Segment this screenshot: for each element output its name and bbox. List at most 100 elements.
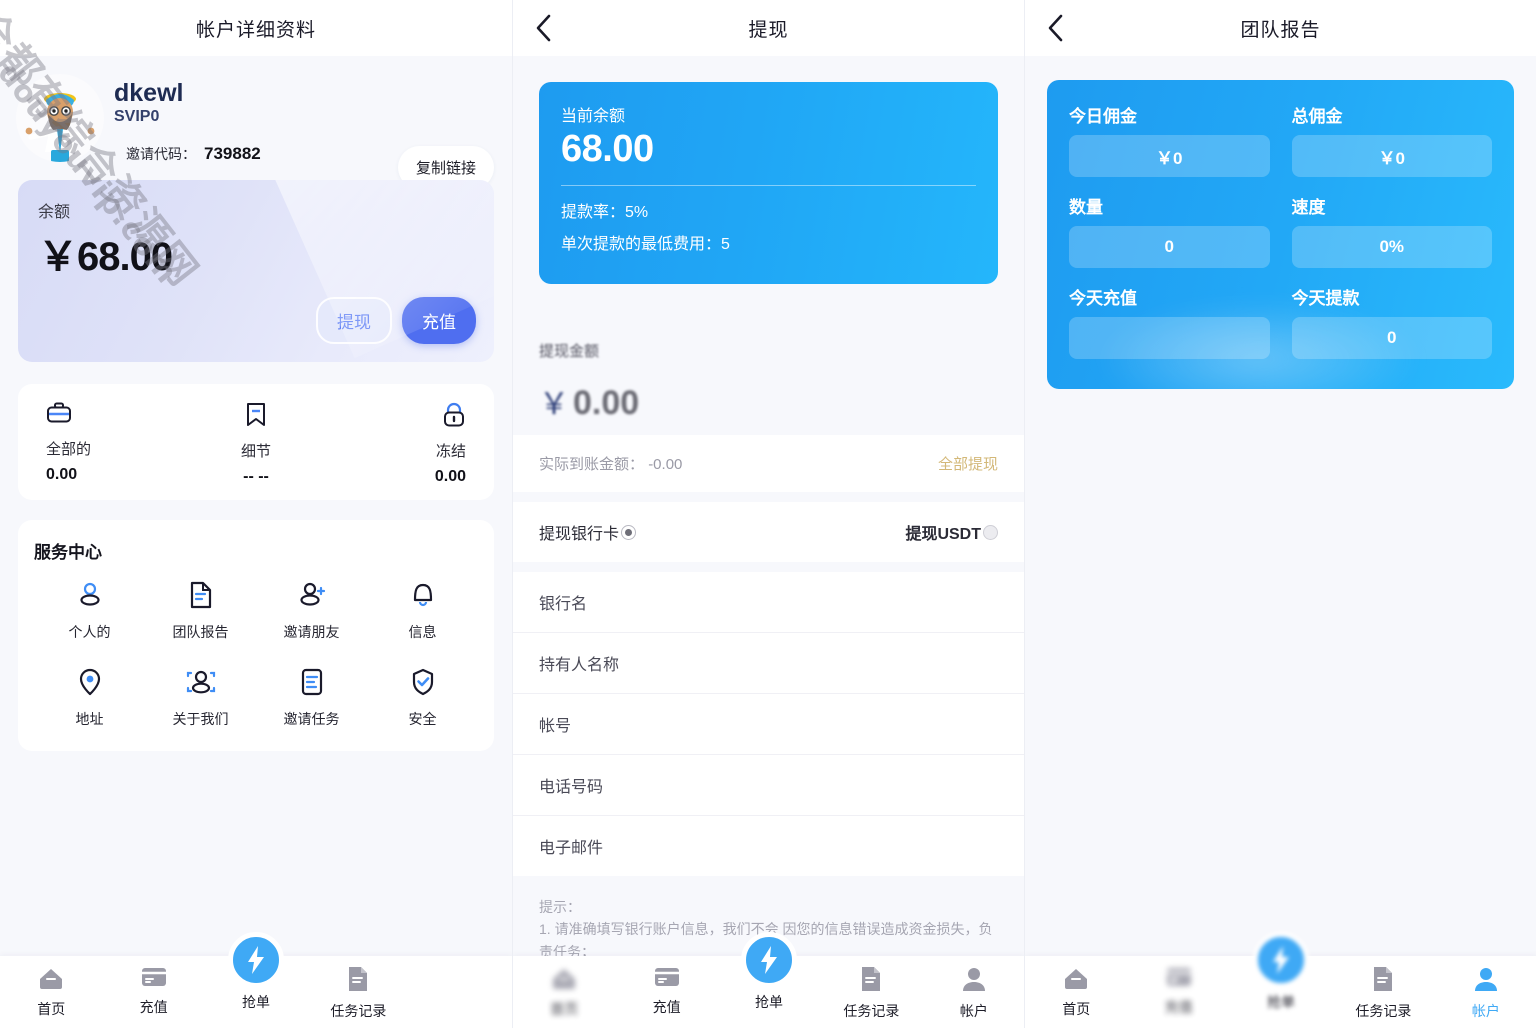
tab-account[interactable]: 帐户 <box>1435 966 1536 1021</box>
cell-label: 速度 <box>1291 198 1326 217</box>
service-center-title: 服务中心 <box>34 543 102 563</box>
method-usdt[interactable]: 提现USDT <box>905 520 998 544</box>
lock-icon <box>442 402 466 433</box>
user-add-icon <box>297 581 327 614</box>
service-item-invite-task[interactable]: 邀请任务 <box>256 656 367 729</box>
screen-withdraw: 提现 当前余额 68.00 提款率：5% 单次提款的最低费用：5 提现金额 ￥ … <box>512 0 1024 1028</box>
avatar[interactable] <box>16 74 104 162</box>
document-icon <box>188 581 214 614</box>
service-item-team-report[interactable]: 团队报告 <box>145 569 256 642</box>
withdraw-all-button[interactable]: 全部提现 <box>938 453 998 474</box>
field-account-number[interactable]: 帐号 <box>513 694 1024 755</box>
service-item-label: 团队报告 <box>172 624 229 641</box>
tab-task-record[interactable]: 任务记录 <box>307 966 409 1021</box>
actual-amount-text: 实际到账金额： -0.00 <box>539 453 682 474</box>
document-icon <box>346 966 370 997</box>
current-balance-amount: 68.00 <box>561 128 654 170</box>
stat-details[interactable]: 细节 -- -- <box>186 402 326 486</box>
tab-label: 首页 <box>550 1001 579 1017</box>
tab-grab-order[interactable]: 抢单 <box>718 932 820 1012</box>
tab-grab-order[interactable]: 抢单 <box>1230 932 1332 1012</box>
home-icon <box>38 966 64 995</box>
cell-value: 0 <box>1069 226 1270 268</box>
user-name: dkewl <box>114 79 184 107</box>
service-item-invite-friends[interactable]: 邀请朋友 <box>256 569 367 642</box>
tab-recharge[interactable]: 充值 <box>102 966 204 1017</box>
field-email[interactable]: 电子邮件 <box>513 816 1024 876</box>
divider <box>561 185 976 186</box>
balance-label: 余额 <box>38 204 71 222</box>
bolt-icon[interactable] <box>741 932 798 988</box>
tab-label: 抢单 <box>1267 994 1296 1010</box>
method-bank-card[interactable]: 提现银行卡 <box>539 520 637 544</box>
person-icon <box>962 966 986 997</box>
stat-value: 0.00 <box>434 468 466 486</box>
team-report-grid: 今日佣金 ￥0 总佣金 ￥0 数量 0 速度 0% 今天充值 今天提款 0 <box>1069 102 1492 363</box>
cell-value: 0% <box>1291 226 1492 268</box>
cell-value: ￥0 <box>1291 135 1492 177</box>
tab-task-record[interactable]: 任务记录 <box>820 966 922 1021</box>
recharge-button[interactable]: 充值 <box>402 297 476 345</box>
invite-code-label: 邀请代码： <box>126 146 196 163</box>
withdraw-button[interactable]: 提现 <box>316 297 392 345</box>
tab-home[interactable]: 首页 <box>0 966 102 1019</box>
profile-section: dkewl SVIP0 邀请代码： 739882 复制链接 <box>0 56 512 189</box>
balance-card: 余额 ￥68.00 提现 充值 <box>18 180 494 363</box>
service-item-label: 信息 <box>408 624 437 641</box>
tab-label: 任务记录 <box>843 1003 900 1019</box>
service-item-messages[interactable]: 信息 <box>367 569 478 642</box>
balance-amount: ￥68.00 <box>38 235 173 280</box>
service-item-address[interactable]: 地址 <box>34 656 145 729</box>
group-icon <box>185 668 217 701</box>
field-phone-number[interactable]: 电话号码 <box>513 755 1024 816</box>
service-item-personal[interactable]: 个人的 <box>34 569 145 642</box>
bell-icon <box>410 581 436 614</box>
task-list-icon <box>299 668 325 701</box>
service-item-security[interactable]: 安全 <box>367 656 478 729</box>
invite-code-value: 739882 <box>204 144 261 164</box>
actual-amount-label: 实际到账金额： <box>539 456 645 473</box>
home-icon <box>551 966 577 995</box>
card-icon <box>141 966 167 993</box>
radio-unselected-icon[interactable] <box>983 524 998 540</box>
field-holder-name[interactable]: 持有人名称 <box>513 633 1024 694</box>
withdraw-rate: 提款率：5% <box>561 204 649 221</box>
service-grid: 个人的 团队报告 邀请朋友 信息 地址 关于我们 邀请任务 安全 <box>34 569 478 729</box>
tab-recharge[interactable]: 充值 <box>1127 966 1229 1017</box>
cell-speed: 速度 0% <box>1291 193 1492 272</box>
document-icon <box>859 966 883 997</box>
person-icon <box>449 966 473 997</box>
person-icon <box>1474 966 1498 997</box>
team-report-card: 今日佣金 ￥0 总佣金 ￥0 数量 0 速度 0% 今天充值 今天提款 0 <box>1047 80 1514 389</box>
field-bank-name[interactable]: 银行名 <box>513 572 1024 633</box>
tab-label: 充值 <box>139 999 168 1015</box>
cell-quantity: 数量 0 <box>1069 193 1270 272</box>
stat-label: 细节 <box>240 443 271 461</box>
tab-recharge[interactable]: 充值 <box>615 966 717 1017</box>
back-chevron-icon[interactable] <box>535 0 552 56</box>
stat-label: 全部的 <box>46 441 92 459</box>
service-item-about-us[interactable]: 关于我们 <box>145 656 256 729</box>
stat-all[interactable]: 全部的 0.00 <box>28 402 186 486</box>
actual-amount-row: 实际到账金额： -0.00 全部提现 <box>513 435 1024 492</box>
tab-home[interactable]: 首页 <box>1025 966 1127 1019</box>
bolt-icon[interactable] <box>228 932 285 988</box>
back-chevron-icon[interactable] <box>1047 0 1064 56</box>
tab-grab-order[interactable]: 抢单 <box>205 932 307 1012</box>
tab-label: 首页 <box>37 1001 66 1017</box>
home-icon <box>1063 966 1089 995</box>
actual-amount-value: -0.00 <box>648 456 683 473</box>
tab-account[interactable]: 帐户 <box>923 966 1024 1021</box>
stat-frozen[interactable]: 冻结 0.00 <box>326 402 484 486</box>
radio-selected-icon[interactable] <box>621 524 637 540</box>
withdraw-amount-input[interactable]: ￥ 0.00 <box>539 379 998 423</box>
tab-task-record[interactable]: 任务记录 <box>1332 966 1434 1021</box>
service-item-label: 邀请任务 <box>283 711 340 728</box>
bolt-icon[interactable] <box>1253 932 1310 988</box>
service-item-label: 安全 <box>408 711 437 728</box>
cell-label: 今天提款 <box>1291 289 1360 308</box>
tab-home[interactable]: 首页 <box>513 966 615 1019</box>
cell-today-recharge: 今天充值 <box>1069 284 1270 363</box>
stat-value: 0.00 <box>46 466 78 484</box>
location-pin-icon <box>77 668 103 701</box>
